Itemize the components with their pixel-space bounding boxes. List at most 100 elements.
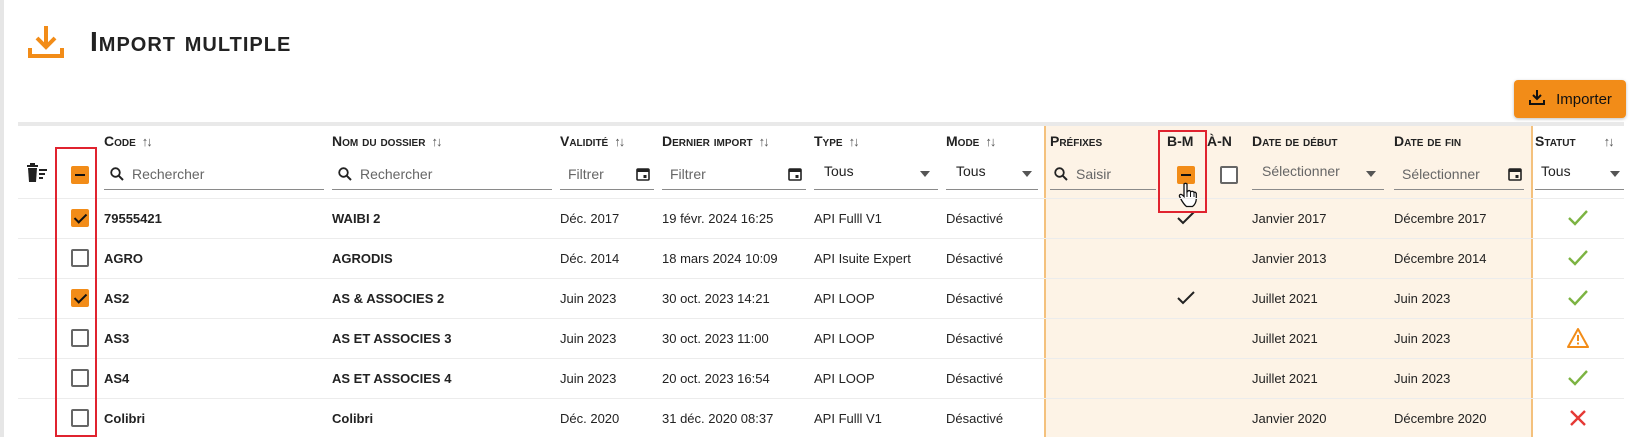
column-header-type[interactable]: Type ↑↓ [814, 133, 860, 149]
cell-code: AS2 [104, 291, 130, 306]
calendar-icon[interactable] [636, 167, 650, 181]
row-divider [18, 198, 1624, 199]
cell-code: AS3 [104, 331, 130, 346]
cell-date-fin: Décembre 2014 [1394, 251, 1487, 266]
column-header-an: À-N [1207, 133, 1232, 149]
statut-select[interactable]: Tous [1535, 158, 1624, 190]
mode-select[interactable]: Tous [946, 158, 1038, 190]
status-ok-icon [1567, 247, 1589, 269]
left-edge [0, 0, 4, 437]
chevron-down-icon [1022, 170, 1032, 177]
dernier-import-filter-input[interactable]: Filtrer [662, 158, 806, 190]
cell-date-fin: Juin 2023 [1394, 331, 1451, 346]
column-header-date-fin: Date de fin [1394, 133, 1462, 149]
cell-code: Colibri [104, 411, 146, 426]
date-fin-input[interactable]: Sélectionner [1394, 158, 1524, 190]
cell-date-fin: Décembre 2020 [1394, 411, 1487, 426]
highlight-selection-column [55, 147, 97, 437]
column-header-mode[interactable]: Mode ↑↓ [946, 133, 996, 149]
cell-mode: Désactivé [946, 371, 1004, 386]
cell-nom: Colibri [332, 411, 374, 426]
prefixes-input[interactable]: Saisir [1050, 158, 1156, 190]
cell-type: API Fulll V1 [814, 211, 882, 226]
column-header-dernier-import[interactable]: Dernier import ↑↓ [662, 133, 770, 149]
an-select-all-checkbox[interactable] [1220, 166, 1238, 184]
sort-icon[interactable]: ↑↓ [759, 134, 770, 149]
nom-search-input[interactable]: Rechercher [332, 158, 552, 190]
cell-code: AGRO [104, 251, 143, 266]
cell-dernier-import: 19 févr. 2024 16:25 [662, 211, 774, 226]
cell-dernier-import: 30 oct. 2023 11:00 [662, 331, 769, 346]
column-header-date-debut: Date de début [1252, 133, 1338, 149]
code-search-input[interactable]: Rechercher [104, 158, 324, 190]
cell-type: API LOOP [814, 331, 875, 346]
search-icon [1054, 166, 1068, 181]
sort-icon[interactable]: ↑↓ [985, 134, 996, 149]
cell-date-debut: Juillet 2021 [1252, 291, 1318, 306]
chevron-down-icon [1610, 170, 1620, 177]
calendar-icon[interactable] [788, 167, 802, 181]
cell-nom: AS ET ASSOCIES 4 [332, 371, 452, 386]
sort-icon[interactable]: ↑↓ [614, 134, 625, 149]
download-icon [26, 22, 66, 62]
cell-type: API LOOP [814, 291, 875, 306]
delete-filter-icon[interactable] [26, 163, 48, 188]
column-header-validite[interactable]: Validité ↑↓ [560, 133, 625, 149]
cell-dernier-import: 30 oct. 2023 14:21 [662, 291, 770, 306]
row-divider [18, 238, 1624, 239]
cell-nom: WAIBI 2 [332, 211, 381, 226]
bm-check-icon[interactable] [1177, 291, 1195, 310]
column-header-prefixes: Préfixes [1050, 133, 1103, 149]
row-divider [18, 398, 1624, 399]
search-icon [338, 166, 352, 181]
cell-type: API Fulll V1 [814, 411, 882, 426]
import-button[interactable]: Importer [1514, 80, 1626, 118]
date-debut-select[interactable]: Sélectionner [1252, 158, 1384, 190]
sort-icon[interactable]: ↑↓ [431, 134, 442, 149]
cell-type: API Isuite Expert [814, 251, 911, 266]
cell-mode: Désactivé [946, 251, 1004, 266]
cell-code: 79555421 [104, 211, 162, 226]
chevron-down-icon [920, 170, 930, 177]
cell-nom: AS & ASSOCIES 2 [332, 291, 445, 306]
cell-code: AS4 [104, 371, 130, 386]
type-select[interactable]: Tous [814, 158, 938, 190]
sort-icon[interactable]: ↑↓ [1604, 134, 1615, 149]
cell-mode: Désactivé [946, 291, 1004, 306]
cell-date-fin: Juin 2023 [1394, 371, 1451, 386]
validite-filter-input[interactable]: Filtrer [560, 158, 654, 190]
page-title: Import multiple [90, 26, 292, 57]
cell-mode: Désactivé [946, 411, 1004, 426]
bm-check-icon[interactable] [1177, 211, 1195, 230]
cell-validite: Déc. 2014 [560, 251, 620, 266]
cell-validite: Juin 2023 [560, 371, 617, 386]
cell-date-fin: Juin 2023 [1394, 291, 1451, 306]
cell-validite: Déc. 2017 [560, 211, 620, 226]
highlight-bm-column [1158, 130, 1207, 213]
search-icon [110, 166, 124, 181]
column-header-statut[interactable]: Statut ↑↓ [1535, 133, 1615, 149]
row-divider [18, 358, 1624, 359]
cell-type: API LOOP [814, 371, 875, 386]
page-header: Import multiple [26, 22, 291, 62]
calendar-icon[interactable] [1508, 167, 1522, 181]
sort-icon[interactable]: ↑↓ [142, 134, 153, 149]
status-error-icon [1567, 407, 1589, 429]
status-ok-icon [1567, 287, 1589, 309]
status-ok-icon [1567, 207, 1589, 229]
column-header-nom[interactable]: Nom du dossier ↑↓ [332, 133, 442, 149]
status-ok-icon [1567, 367, 1589, 389]
cell-date-debut: Janvier 2020 [1252, 411, 1327, 426]
import-button-label: Importer [1556, 90, 1612, 108]
cell-mode: Désactivé [946, 211, 1004, 226]
cell-date-debut: Juillet 2021 [1252, 371, 1318, 386]
row-divider [18, 318, 1624, 319]
cell-mode: Désactivé [946, 331, 1004, 346]
sort-icon[interactable]: ↑↓ [849, 134, 860, 149]
cell-date-fin: Décembre 2017 [1394, 211, 1487, 226]
download-icon [1528, 88, 1546, 110]
cell-validite: Déc. 2020 [560, 411, 620, 426]
cell-validite: Juin 2023 [560, 331, 617, 346]
status-warning-icon [1567, 327, 1589, 349]
column-header-code[interactable]: Code ↑↓ [104, 133, 153, 149]
